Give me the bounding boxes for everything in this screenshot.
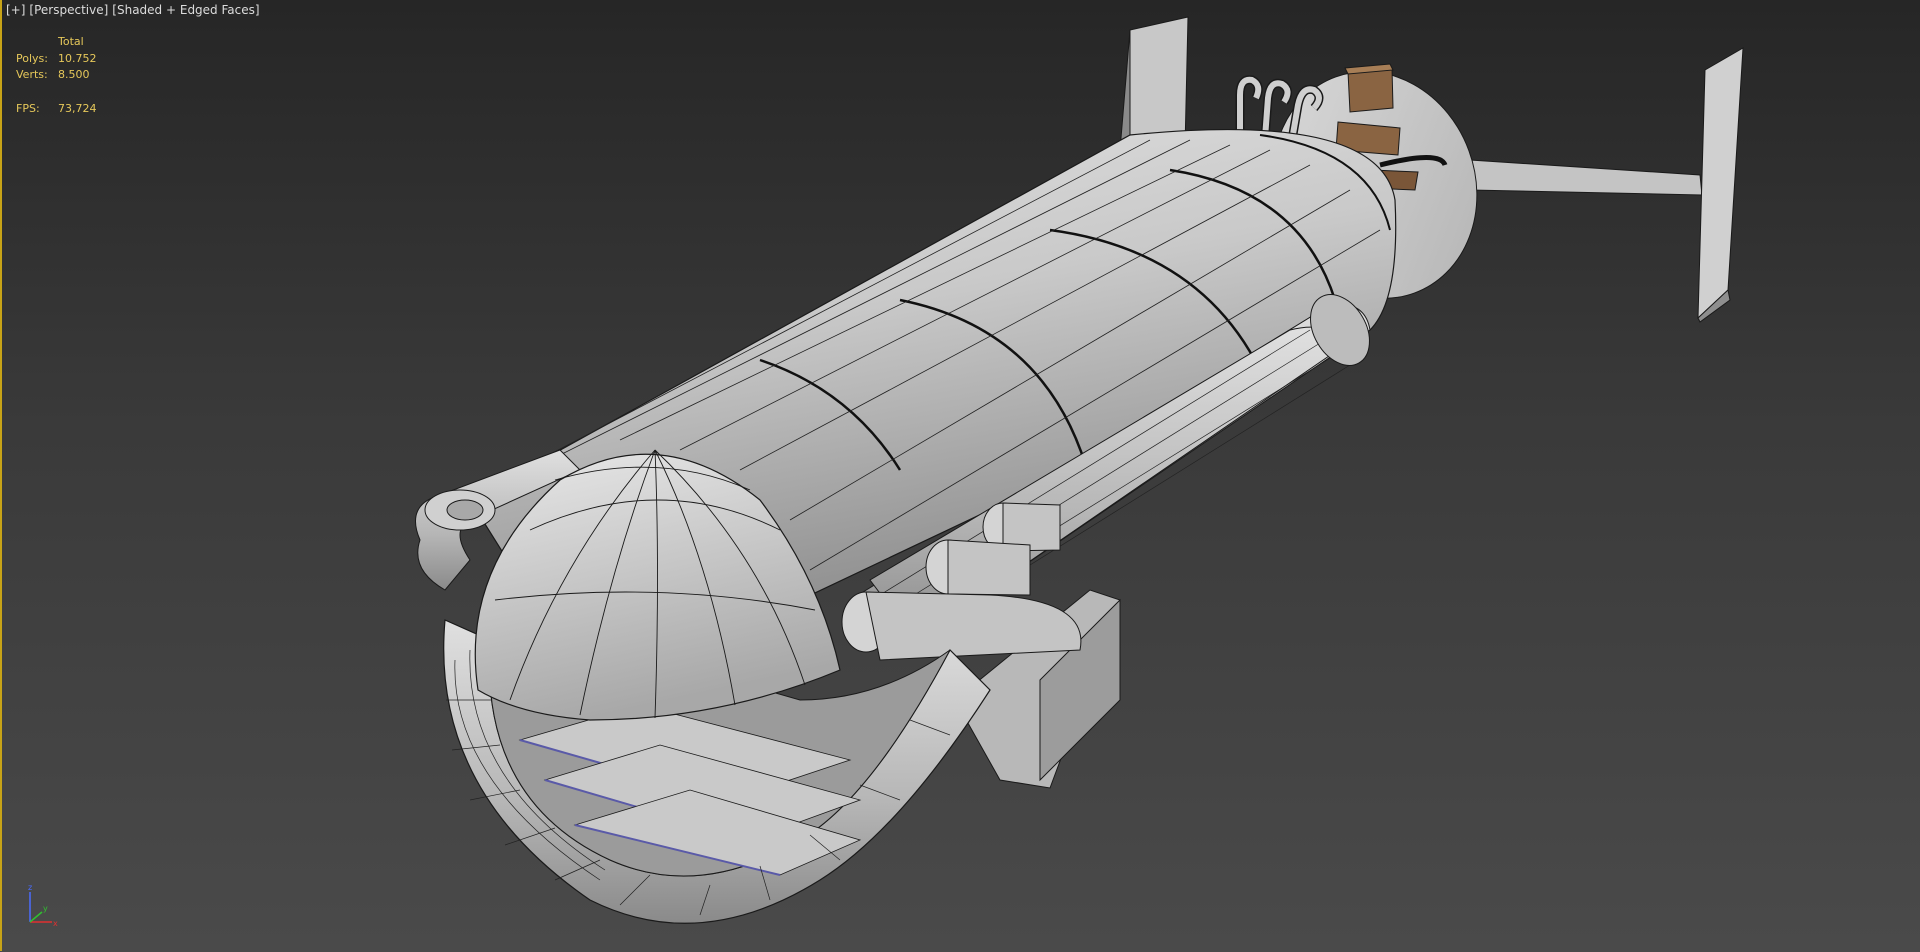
polys-value: 10.752 (58, 51, 97, 65)
fps-label: FPS: (16, 101, 40, 115)
verts-value: 8.500 (58, 68, 90, 81)
axis-z-label: z (28, 883, 32, 892)
viewport-scene[interactable] (0, 0, 1920, 952)
viewport-shading-menu[interactable]: [Shaded + Edged Faces] (112, 3, 259, 17)
axis-x-label: x (53, 919, 58, 928)
perspective-viewport[interactable]: [+] [Perspective] [Shaded + Edged Faces]… (0, 0, 1920, 952)
polys-label: Polys: (16, 51, 48, 65)
fps-value: 73,724 (58, 101, 97, 115)
axis-tripod-icon: z x y (28, 883, 58, 928)
viewport-plus-menu[interactable]: [+] (6, 3, 25, 17)
stats-header: Total (58, 35, 84, 48)
statistics-overlay: Total Polys: 10.752 Verts: 8.500 FPS: 73… (16, 34, 97, 117)
viewport-label[interactable]: [+] [Perspective] [Shaded + Edged Faces] (6, 3, 260, 17)
viewport-view-menu[interactable]: [Perspective] (29, 3, 108, 17)
axis-y-label: y (43, 904, 48, 913)
verts-label: Verts: (16, 68, 48, 81)
rear-fin-right[interactable] (1469, 47, 1744, 323)
